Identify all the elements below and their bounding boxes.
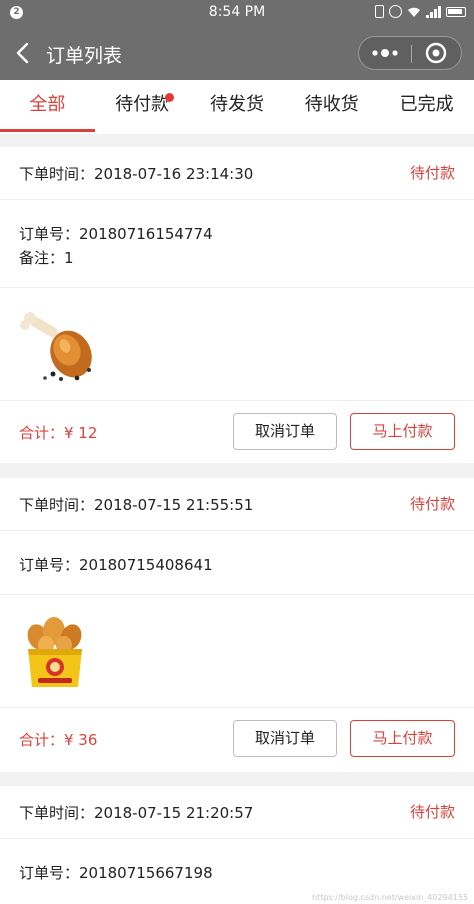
chicken-drumstick-icon[interactable]: [19, 304, 95, 384]
status-icons: [375, 5, 466, 18]
order-product-row: [0, 288, 474, 401]
wifi-icon: [408, 7, 420, 17]
tab-pending-shipment[interactable]: 待发货: [190, 80, 285, 134]
tab-completed[interactable]: 已完成: [379, 80, 474, 134]
tab-label: 待发货: [209, 94, 264, 115]
tab-label: 待收货: [304, 94, 359, 115]
order-total: 合计：¥ 36: [19, 731, 98, 749]
order-total: 合计：¥ 12: [19, 424, 98, 442]
order-info: 订单号：20180715408641: [0, 531, 474, 595]
back-arrow-icon[interactable]: [12, 40, 36, 66]
order-status: 待付款: [409, 495, 455, 513]
more-options-icon[interactable]: [359, 37, 411, 69]
tab-all[interactable]: 全部: [0, 80, 95, 134]
order-filter-tabs: 全部 待付款 待发货 待收货 已完成: [0, 80, 474, 134]
order-header: 下单时间：2018-07-15 21:20:57 待付款: [0, 786, 474, 839]
order-number: 订单号：20180715408641: [19, 556, 213, 574]
order-time: 下单时间：2018-07-15 21:55:51: [19, 496, 254, 514]
signal-icon: [426, 5, 441, 18]
tab-pending-payment[interactable]: 待付款: [95, 80, 190, 134]
vibrate-icon: [375, 5, 384, 18]
order-status: 待付款: [409, 803, 455, 821]
close-mini-program-icon[interactable]: [412, 37, 462, 69]
nav-bar: 订单列表: [0, 26, 474, 80]
order-time: 下单时间：2018-07-16 23:14:30: [19, 165, 254, 183]
page-title: 订单列表: [46, 45, 123, 67]
watermark: https://blog.csdn.net/weixin_40294155: [311, 893, 468, 902]
order-info: 订单号：20180716154774 备注：1: [0, 200, 474, 288]
order-time: 下单时间：2018-07-15 21:20:57: [19, 804, 254, 822]
order-product-row: [0, 595, 474, 708]
order-number: 订单号：20180715667198: [19, 864, 213, 882]
order-note: 备注：1: [19, 249, 74, 267]
order-number: 订单号：20180716154774: [19, 225, 213, 243]
unread-dot: [164, 93, 174, 102]
tab-label: 已完成: [399, 94, 454, 115]
status-bar: 2 8:54 PM: [0, 0, 474, 26]
tab-label: 全部: [29, 94, 66, 115]
tab-pending-receipt[interactable]: 待收货: [284, 80, 379, 134]
tab-label: 待付款: [115, 94, 170, 115]
order-header: 下单时间：2018-07-15 21:55:51 待付款: [0, 478, 474, 531]
order-status: 待付款: [409, 164, 455, 182]
pay-now-button[interactable]: 马上付款: [350, 720, 455, 757]
pay-now-button[interactable]: 马上付款: [350, 413, 455, 450]
alarm-icon: [389, 5, 402, 18]
cancel-order-button[interactable]: 取消订单: [233, 720, 337, 757]
battery-icon: [446, 6, 466, 17]
fried-chicken-box-icon[interactable]: [24, 615, 86, 689]
order-header: 下单时间：2018-07-16 23:14:30 待付款: [0, 147, 474, 200]
order-card[interactable]: 下单时间：2018-07-15 21:55:51 待付款 订单号：2018071…: [0, 478, 474, 772]
order-footer: 合计：¥ 12 取消订单 马上付款: [0, 401, 474, 463]
order-footer: 合计：¥ 36 取消订单 马上付款: [0, 708, 474, 770]
mini-program-capsule: [358, 36, 462, 70]
order-card[interactable]: 下单时间：2018-07-16 23:14:30 待付款 订单号：2018071…: [0, 147, 474, 463]
order-card[interactable]: 下单时间：2018-07-15 21:20:57 待付款 订单号：2018071…: [0, 786, 474, 904]
cancel-order-button[interactable]: 取消订单: [233, 413, 337, 450]
